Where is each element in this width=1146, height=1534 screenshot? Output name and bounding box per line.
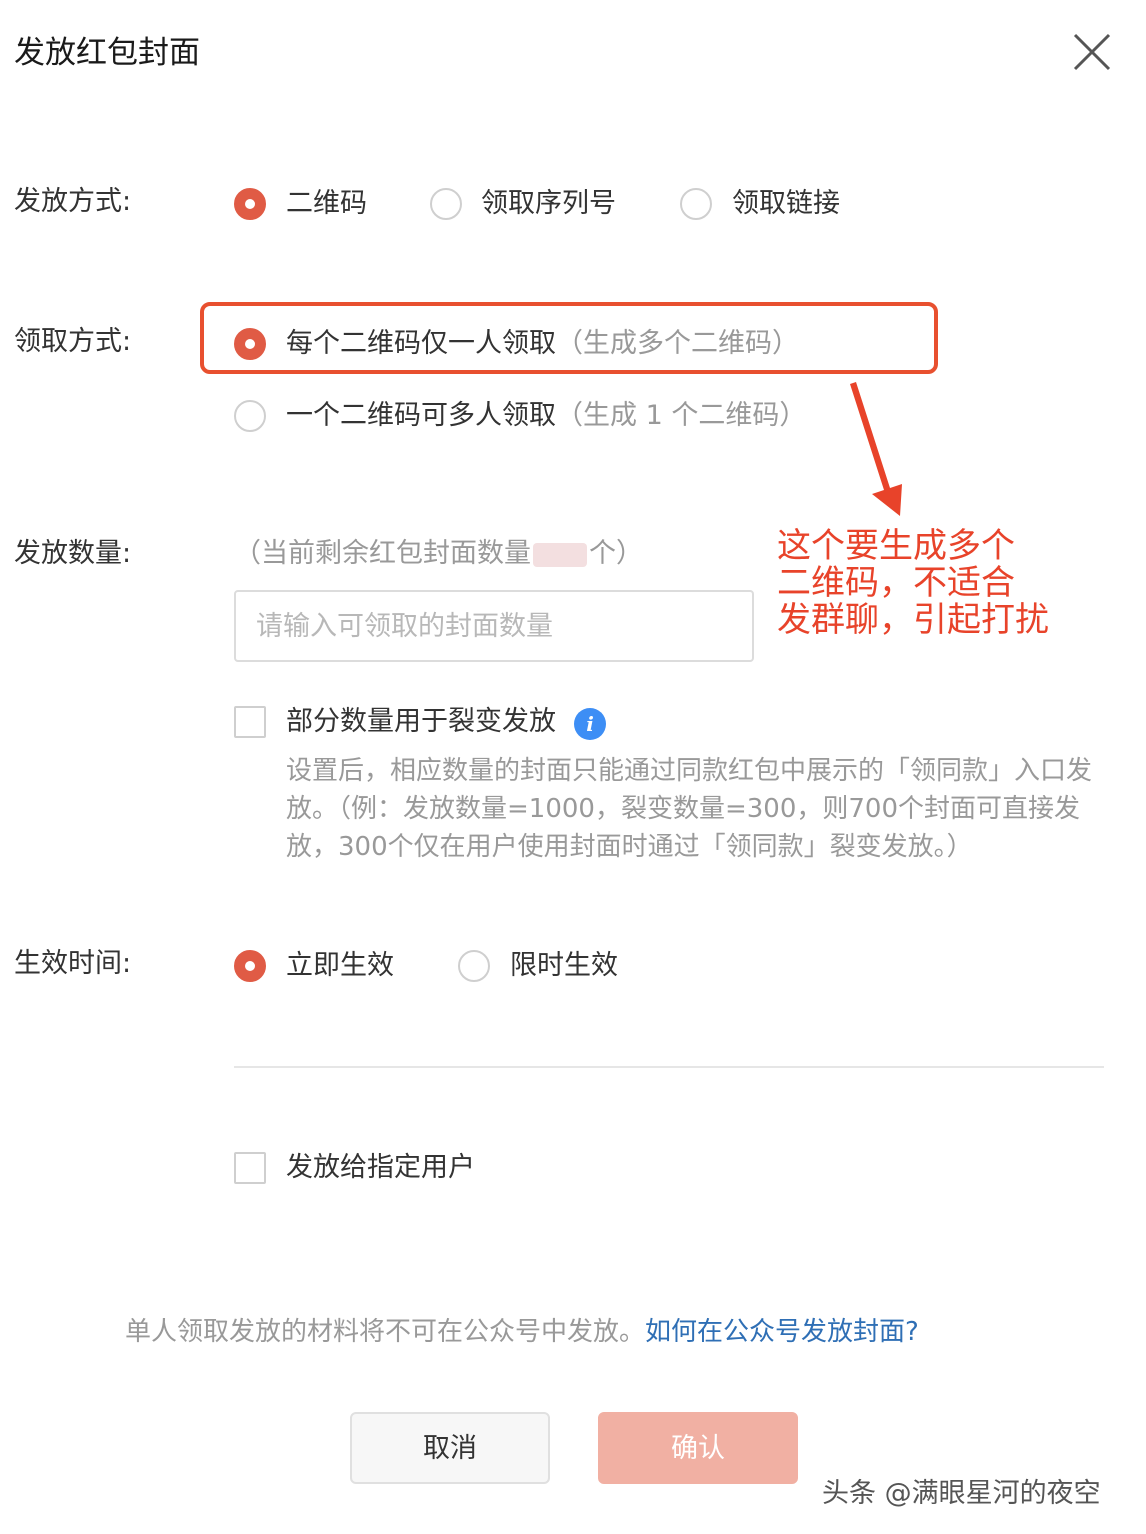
radio-one-per-qrcode[interactable]	[234, 328, 266, 360]
radio-qrcode[interactable]	[234, 188, 266, 220]
radio-immediate[interactable]	[234, 950, 266, 982]
remaining-quantity-text: （当前剩余红包封面数量 个）	[234, 536, 643, 572]
distribution-method-label: 发放方式:	[14, 186, 132, 217]
radio-multi-per-qrcode-label: 一个二维码可多人领取（生成 1 个二维码）	[286, 398, 806, 434]
radio-qrcode-label: 二维码	[286, 188, 367, 219]
remaining-suffix: 个）	[589, 538, 643, 569]
close-icon[interactable]	[1072, 32, 1112, 72]
radio-limited-time[interactable]	[458, 950, 490, 982]
specified-users-label: 发放给指定用户	[286, 1152, 475, 1183]
radio-serial-number[interactable]	[430, 188, 462, 220]
annotation-line: 这个要生成多个	[777, 526, 1015, 566]
divider	[234, 1066, 1104, 1068]
confirm-button[interactable]: 确认	[598, 1412, 798, 1484]
info-icon[interactable]: i	[574, 708, 606, 740]
watermark: 头条 @满眼星河的夜空	[822, 1478, 1101, 1509]
option-hint: （生成多个二维码）	[556, 328, 799, 359]
help-link[interactable]: 如何在公众号发放封面?	[645, 1317, 919, 1347]
annotation-arrow-icon	[850, 382, 902, 516]
radio-limited-time-label: 限时生效	[510, 950, 618, 981]
option-label: 一个二维码可多人领取	[286, 400, 556, 431]
radio-immediate-label: 立即生效	[286, 950, 394, 981]
redacted-count	[533, 542, 587, 567]
option-hint: （生成 1 个二维码）	[556, 400, 807, 431]
option-label: 每个二维码仅一人领取	[286, 328, 556, 359]
radio-link[interactable]	[680, 188, 712, 220]
specified-users-checkbox[interactable]	[234, 1152, 266, 1184]
cancel-button[interactable]: 取消	[350, 1412, 550, 1484]
radio-link-label: 领取链接	[732, 188, 840, 219]
notice-message: 单人领取发放的材料将不可在公众号中发放。	[125, 1317, 646, 1347]
remaining-prefix: （当前剩余红包封面数量	[234, 538, 531, 569]
annotation-text: 这个要生成多个 二维码，不适合 发群聊，引起打扰	[777, 528, 1097, 639]
quantity-input[interactable]	[234, 590, 754, 662]
notice-text: 单人领取发放的材料将不可在公众号中发放。如何在公众号发放封面?	[125, 1314, 919, 1350]
dialog-title: 发放红包封面	[14, 35, 200, 71]
radio-multi-per-qrcode[interactable]	[234, 400, 266, 432]
effective-time-label: 生效时间:	[14, 948, 132, 979]
annotation-line: 二维码，不适合	[777, 563, 1015, 603]
quantity-label: 发放数量:	[14, 538, 132, 569]
annotation-line: 发群聊，引起打扰	[777, 600, 1049, 640]
receive-method-label: 领取方式:	[14, 326, 132, 357]
radio-serial-number-label: 领取序列号	[481, 188, 616, 219]
split-distribution-label: 部分数量用于裂变发放	[286, 706, 556, 737]
split-description: 设置后，相应数量的封面只能通过同款红包中展示的「领同款」入口发放。（例：发放数量…	[286, 756, 1093, 862]
split-distribution-checkbox[interactable]	[234, 706, 266, 738]
radio-one-per-qrcode-label: 每个二维码仅一人领取（生成多个二维码）	[286, 326, 799, 362]
